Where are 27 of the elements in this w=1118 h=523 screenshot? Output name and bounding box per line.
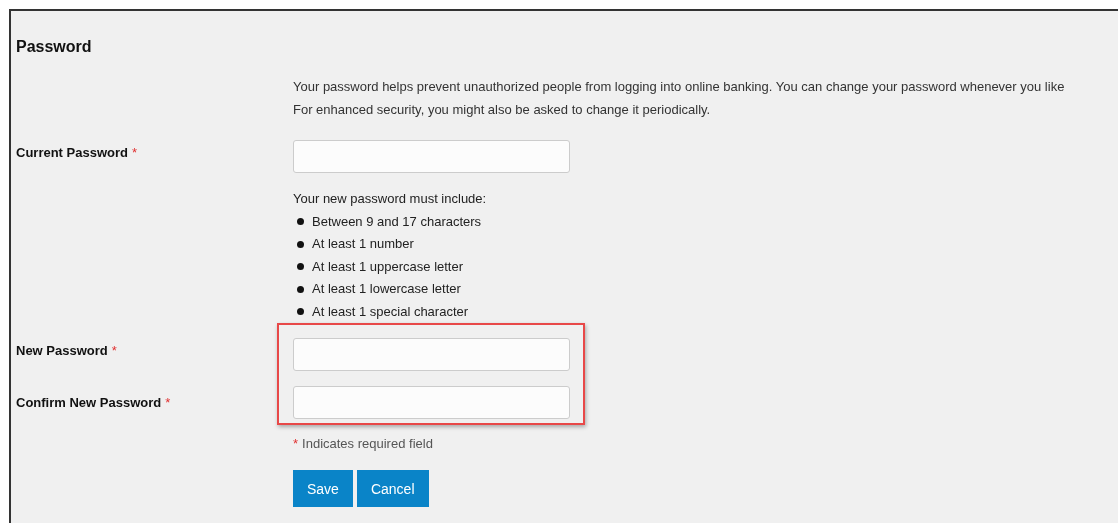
rule-text: At least 1 uppercase letter xyxy=(312,257,464,276)
field-label: Current Password xyxy=(16,145,128,160)
section-title: Password xyxy=(16,37,93,57)
bullet-icon xyxy=(297,218,304,226)
bullet-icon xyxy=(297,240,304,248)
rule-text: Between 9 and 17 characters xyxy=(312,212,482,231)
field-label: Confirm New Password xyxy=(16,395,162,410)
password-field[interactable] xyxy=(293,386,570,419)
current-password-field[interactable] xyxy=(293,140,570,173)
password-field[interactable] xyxy=(293,338,570,371)
rule-text: At least 1 number xyxy=(312,235,414,253)
intro-text: For enhanced security, you might also be asked to change it periodically. xyxy=(293,101,712,119)
required-mark: * xyxy=(165,395,171,410)
note-text: Indicates required field xyxy=(302,436,433,451)
bullet-icon xyxy=(297,263,304,271)
cancel-button[interactable]: Cancel xyxy=(356,470,429,507)
rule-text: At least 1 lowercase letter xyxy=(312,280,461,298)
bullet-icon xyxy=(297,308,304,316)
required-mark: * xyxy=(111,343,117,358)
required-mark: * xyxy=(132,145,138,160)
rule-text: At least 1 special character xyxy=(312,302,469,321)
save-button[interactable]: Save xyxy=(293,470,353,507)
intro-text: Your password helps prevent unauthorized people from logging into online banking. You can change your password whenever you like xyxy=(293,78,1066,96)
rules-heading: Your new password must include: xyxy=(293,190,488,208)
bullet-icon xyxy=(297,285,304,293)
field-label: New Password xyxy=(16,343,108,358)
required-mark: * xyxy=(293,436,299,451)
